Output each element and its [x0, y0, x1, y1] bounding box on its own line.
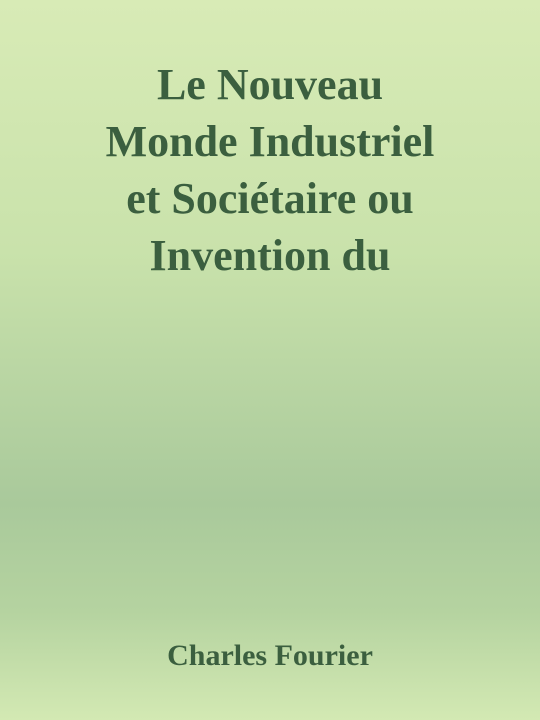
title-line-3: et Sociétaire ou	[126, 174, 414, 223]
author-name: Charles Fourier	[167, 639, 373, 672]
title-line-4: Invention du	[149, 231, 391, 280]
book-cover: Le Nouveau Monde Industriel et Sociétair…	[0, 0, 540, 720]
title-line-2: Monde Industriel	[105, 117, 435, 166]
book-title: Le Nouveau Monde Industriel et Sociétair…	[20, 56, 520, 284]
title-line-1: Le Nouveau	[156, 60, 384, 109]
